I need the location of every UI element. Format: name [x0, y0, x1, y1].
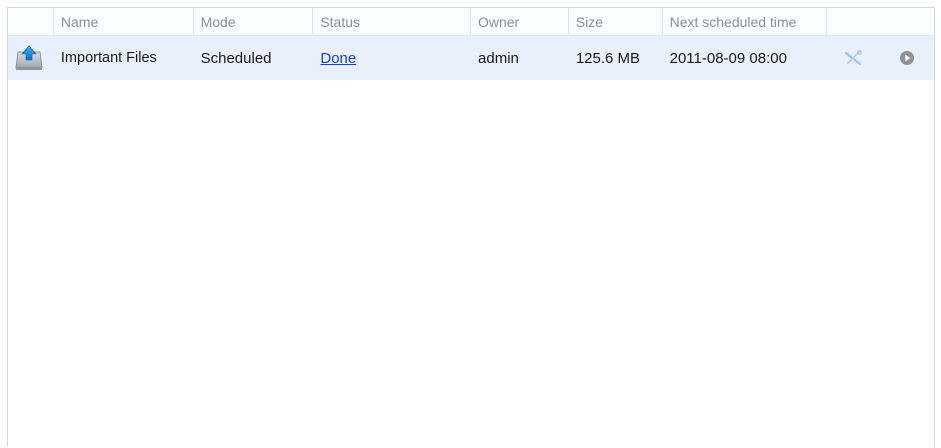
backup-upload-icon	[15, 45, 43, 70]
column-header-name[interactable]: Name	[54, 8, 194, 35]
column-header-status[interactable]: Status	[313, 8, 471, 35]
run-action-cell	[879, 36, 934, 80]
task-size: 125.6 MB	[575, 49, 641, 67]
column-header-icon	[8, 8, 54, 35]
task-type-cell	[8, 36, 54, 80]
column-header-owner[interactable]: Owner	[471, 8, 569, 35]
task-name: Important Files	[60, 50, 157, 66]
table-header: Name Mode Status Owner Size Next schedul…	[8, 8, 934, 36]
table-row[interactable]: Important Files Scheduled Done admin 125…	[8, 36, 934, 80]
column-header-next-scheduled-time[interactable]: Next scheduled time	[663, 8, 828, 35]
column-header-size[interactable]: Size	[569, 8, 663, 35]
run-play-icon[interactable]	[899, 50, 915, 66]
column-header-mode[interactable]: Mode	[194, 8, 314, 35]
edit-action-cell	[827, 36, 879, 80]
edit-tools-icon[interactable]	[843, 50, 863, 66]
task-owner: admin	[478, 49, 519, 67]
backup-task-list: Name Mode Status Owner Size Next schedul…	[7, 7, 935, 447]
task-status-cell: Done	[313, 36, 471, 80]
column-header-actions	[827, 8, 934, 35]
task-status-link[interactable]: Done	[320, 50, 356, 67]
task-next-scheduled-time: 2011-08-09 08:00	[669, 49, 787, 67]
task-mode: Scheduled	[200, 49, 272, 67]
